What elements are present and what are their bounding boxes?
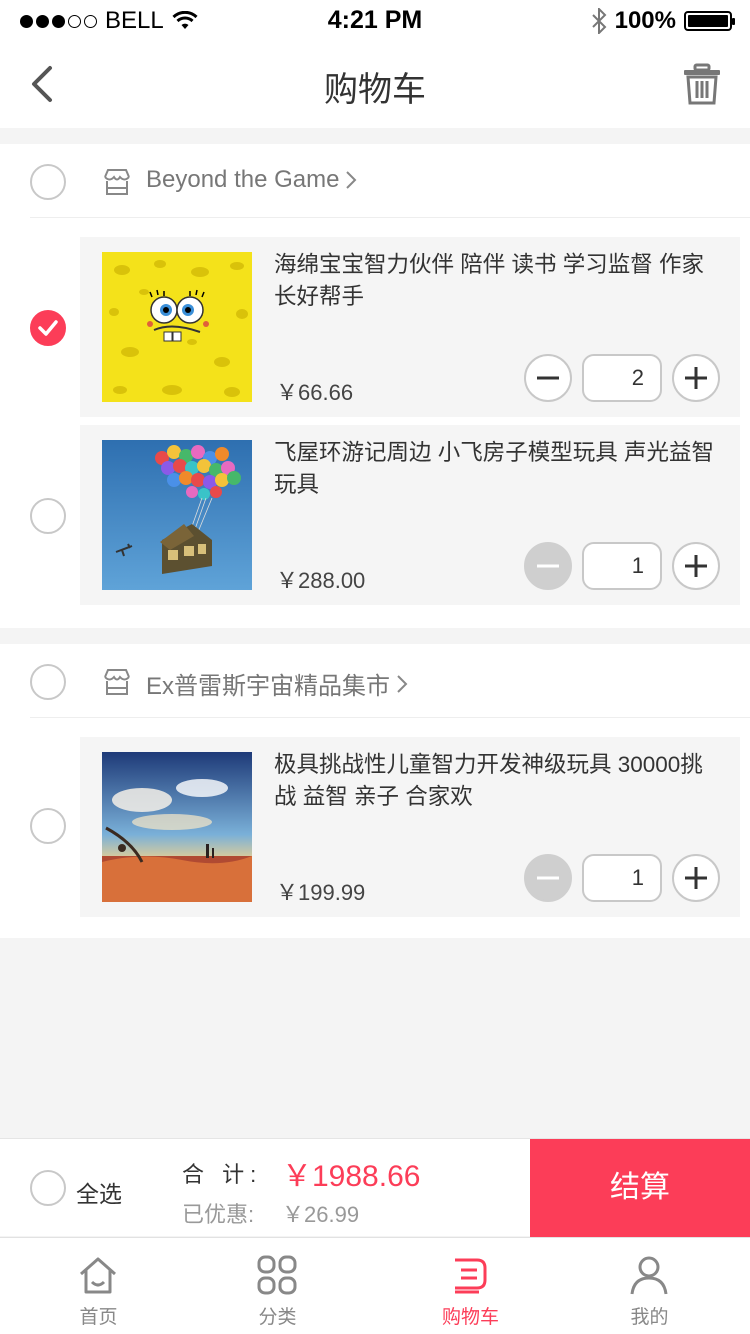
shop-header[interactable]: Beyond the Game — [30, 144, 750, 218]
quantity-plus-button[interactable] — [672, 354, 720, 402]
battery-percent: 100% — [614, 7, 676, 34]
minus-icon — [537, 876, 559, 880]
shop-select-radio[interactable] — [30, 664, 66, 700]
trash-icon[interactable] — [682, 62, 722, 106]
store-icon — [104, 669, 130, 695]
cart-item: 极具挑战性儿童智力开发神级玩具 30000挑战 益智 亲子 合家欢 ￥199.9… — [80, 737, 740, 917]
shop-name-link[interactable]: Beyond the Game — [146, 166, 357, 194]
status-right: 100% — [591, 7, 735, 35]
select-all-radio[interactable] — [30, 1170, 66, 1206]
cart-icon — [455, 1258, 487, 1294]
bluetooth-icon — [591, 8, 607, 34]
nav-bar: 购物车 — [0, 40, 750, 128]
quantity-input[interactable]: 1 — [582, 542, 662, 590]
item-select-radio[interactable] — [30, 808, 66, 844]
page-title: 购物车 — [324, 71, 426, 109]
product-image-sunset-scene[interactable] — [102, 752, 252, 902]
tab-home-label: 首页 — [79, 1307, 118, 1328]
quantity-minus-button[interactable] — [524, 542, 572, 590]
shop-section: Beyond the Game 海绵宝宝智力伙伴 陪伴 读书 学习监督 作家长好… — [0, 144, 750, 628]
quantity-input[interactable]: 2 — [582, 354, 662, 402]
product-image-up-house[interactable] — [102, 440, 252, 590]
item-price: ￥199.99 — [276, 880, 366, 905]
tab-home[interactable]: 首页 — [5, 1238, 192, 1334]
item-title[interactable]: 飞屋环游记周边 小飞房子模型玩具 声光益智玩具 — [274, 437, 724, 501]
category-icon — [257, 1255, 297, 1295]
total-value: ￥1988.66 — [282, 1160, 421, 1193]
quantity-minus-button[interactable] — [524, 354, 572, 402]
item-title[interactable]: 海绵宝宝智力伙伴 陪伴 读书 学习监督 作家长好帮手 — [274, 249, 724, 313]
item-select-radio[interactable] — [30, 498, 66, 534]
product-image-spongebob[interactable] — [102, 252, 252, 402]
battery-icon — [684, 11, 735, 31]
shop-header[interactable]: Ex普雷斯宇宙精品集市 — [30, 644, 750, 718]
plus-icon — [685, 867, 707, 889]
home-icon — [80, 1257, 116, 1294]
quantity-plus-button[interactable] — [672, 854, 720, 902]
select-all-label[interactable]: 全选 — [76, 1175, 122, 1209]
discount-value: ￥26.99 — [282, 1202, 360, 1227]
tab-profile[interactable]: 我的 — [556, 1238, 743, 1334]
store-icon — [104, 169, 130, 195]
checkout-bar: 全选 合 计: ￥1988.66 已优惠: ￥26.99 结算 — [0, 1138, 750, 1237]
chevron-right-icon — [397, 674, 408, 693]
status-bar: BELL 4:21 PM 100% — [0, 0, 750, 40]
tab-bar: 首页 分类 购物车 我的 — [0, 1237, 750, 1334]
tab-profile-label: 我的 — [630, 1307, 669, 1328]
tab-category-label: 分类 — [258, 1307, 297, 1328]
quantity-input[interactable]: 1 — [582, 854, 662, 902]
total-label: 合 计: — [182, 1162, 263, 1187]
item-title[interactable]: 极具挑战性儿童智力开发神级玩具 30000挑战 益智 亲子 合家欢 — [274, 749, 724, 813]
shop-name: Beyond the Game — [146, 166, 340, 193]
plus-icon — [685, 555, 707, 577]
cart-item: 飞屋环游记周边 小飞房子模型玩具 声光益智玩具 ￥288.00 1 — [80, 425, 740, 605]
quantity-minus-button[interactable] — [524, 854, 572, 902]
minus-icon — [537, 376, 559, 380]
shop-select-radio[interactable] — [30, 164, 66, 200]
shop-name-link[interactable]: Ex普雷斯宇宙精品集市 — [146, 666, 408, 701]
shop-section: Ex普雷斯宇宙精品集市 极具挑战性儿童智力开发神级玩具 30000挑战 益智 亲… — [0, 644, 750, 938]
item-select-radio[interactable] — [30, 310, 66, 346]
checkout-button[interactable]: 结算 — [530, 1139, 750, 1237]
minus-icon — [537, 564, 559, 568]
quantity-plus-button[interactable] — [672, 542, 720, 590]
plus-icon — [685, 367, 707, 389]
discount-label: 已优惠: — [182, 1202, 255, 1227]
tab-category[interactable]: 分类 — [184, 1238, 371, 1334]
check-icon — [38, 320, 58, 336]
cart-item: 海绵宝宝智力伙伴 陪伴 读书 学习监督 作家长好帮手 ￥66.66 2 — [80, 237, 740, 417]
profile-icon — [630, 1256, 668, 1295]
item-price: ￥288.00 — [276, 568, 366, 593]
shop-name: Ex普雷斯宇宙精品集市 — [146, 673, 391, 700]
tab-cart-label: 购物车 — [441, 1307, 499, 1328]
tab-cart[interactable]: 购物车 — [377, 1238, 564, 1334]
chevron-right-icon — [346, 171, 357, 189]
item-price: ￥66.66 — [276, 380, 354, 405]
